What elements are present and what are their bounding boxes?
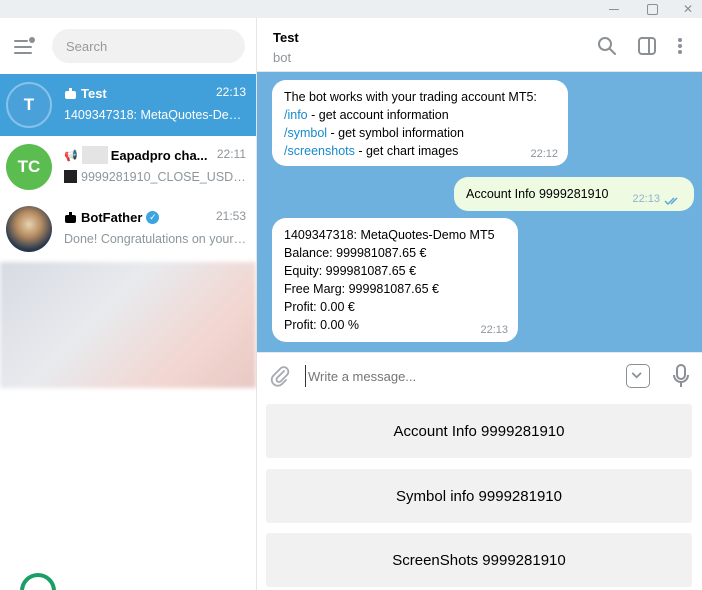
search-icon[interactable] xyxy=(596,35,618,57)
chat-title: 📢 Eapadpro cha... xyxy=(64,146,214,164)
chat-preview-text: 9999281910_CLOSE_USDCHF xyxy=(81,170,248,184)
blurred-area xyxy=(0,262,256,388)
chat-preview: 1409347318: MetaQuotes-Demo MT5 xyxy=(64,108,248,122)
channel-icon: 📢 xyxy=(64,149,78,162)
chat-title-text: Test xyxy=(81,85,107,101)
title-bar: ✕ xyxy=(0,0,702,18)
chat-preview: 9999281910_CLOSE_USDCHF xyxy=(64,170,248,188)
thumbnail-icon xyxy=(64,170,77,183)
message-input[interactable] xyxy=(305,365,605,387)
chat-title: Test xyxy=(64,84,204,102)
avatar: TC xyxy=(6,144,52,190)
more-icon[interactable] xyxy=(675,35,685,57)
avatar: T xyxy=(6,82,52,128)
message-command-line: /info - get account information xyxy=(284,106,556,124)
telegram-window: ✕ Search T Test 22:13 1409347318: MetaQu… xyxy=(0,0,702,590)
message-command-line: /screenshots - get chart images xyxy=(284,142,556,160)
chat-title-text: Eapadpro cha... xyxy=(110,147,208,163)
message-time: 22:12 xyxy=(530,148,558,160)
app-logo-icon xyxy=(20,573,56,590)
verified-icon: ✓ xyxy=(146,210,160,224)
message-text: 1409347318: MetaQuotes-Demo MT5 xyxy=(284,228,495,242)
close-icon[interactable]: ✕ xyxy=(670,0,702,18)
microphone-icon[interactable] xyxy=(671,363,691,389)
message-time: 22:13 xyxy=(480,324,508,336)
chat-time: 22:11 xyxy=(216,147,246,161)
message-text: The bot works with your trading account … xyxy=(284,90,537,104)
bot-icon xyxy=(64,87,77,99)
command-link-info[interactable]: /info xyxy=(284,108,308,122)
redacted-block xyxy=(81,146,108,164)
menu-icon[interactable] xyxy=(12,36,36,58)
chat-header-title: Test xyxy=(273,30,299,45)
chat-time: 22:13 xyxy=(215,85,246,99)
chat-header-subtitle: bot xyxy=(273,50,292,65)
command-link-symbol[interactable]: /symbol xyxy=(284,126,327,140)
keyboard-button-symbol-info[interactable]: Symbol info 9999281910 xyxy=(266,469,692,523)
chat-item-test[interactable]: T Test 22:13 1409347318: MetaQuotes-Demo… xyxy=(0,74,256,136)
message-text: Balance: 999981087.65 € xyxy=(284,246,427,260)
message-list: The bot works with your trading account … xyxy=(257,72,702,352)
message-command-line: /symbol - get symbol information xyxy=(284,124,556,142)
search-input[interactable]: Search xyxy=(52,29,245,63)
command-desc: - get account information xyxy=(307,108,449,122)
keyboard-button-account-info[interactable]: Account Info 9999281910 xyxy=(266,404,692,458)
chevron-down-icon xyxy=(631,372,642,379)
sidebar: Search T Test 22:13 1409347318: MetaQuot… xyxy=(0,18,257,590)
message-text: Free Marg: 999981087.65 € xyxy=(284,282,439,296)
message-text: Profit: 0.00 % xyxy=(284,318,360,332)
keyboard-button-screenshots[interactable]: ScreenShots 9999281910 xyxy=(266,533,692,587)
sidebar-toggle-icon[interactable] xyxy=(636,35,658,57)
command-desc: - get chart images xyxy=(354,144,459,158)
bot-icon xyxy=(64,211,77,223)
chat-item-eapadpro[interactable]: TC 📢 Eapadpro cha... 22:11 9999281910_CL… xyxy=(0,136,256,198)
bot-keyboard-toggle-icon[interactable] xyxy=(626,364,650,388)
message-bubble-incoming: 1409347318: MetaQuotes-Demo MT5 Balance:… xyxy=(272,218,518,342)
message-text: Equity: 999981087.65 € xyxy=(284,264,417,278)
message-bubble-outgoing: Account Info 9999281910 22:13 xyxy=(454,177,694,211)
chat-item-botfather[interactable]: BotFather ✓ 21:53 Done! Congratulations … xyxy=(0,198,256,260)
avatar xyxy=(6,206,52,252)
read-check-icon xyxy=(664,197,678,206)
minimize-icon[interactable] xyxy=(596,0,632,18)
attach-icon[interactable] xyxy=(269,365,291,387)
bot-keyboard: Account Info 9999281910 Symbol info 9999… xyxy=(257,398,702,590)
search-placeholder: Search xyxy=(66,38,108,54)
chat-title: BotFather ✓ xyxy=(64,208,204,226)
command-link-screenshots[interactable]: /screenshots xyxy=(284,144,355,158)
command-desc: - get symbol information xyxy=(327,126,464,140)
chat-title-text: BotFather xyxy=(81,209,143,225)
maximize-icon[interactable] xyxy=(634,0,670,18)
chat-header: Test bot xyxy=(257,18,702,72)
message-bubble-incoming: The bot works with your trading account … xyxy=(272,80,568,166)
chat-panel: Test bot The bot works with your trading… xyxy=(257,18,702,590)
chat-preview: Done! Congratulations on your new bot xyxy=(64,232,248,246)
message-time: 22:13 xyxy=(632,193,660,205)
message-text: Profit: 0.00 € xyxy=(284,300,355,314)
message-composer xyxy=(257,352,702,398)
chat-time: 21:53 xyxy=(215,209,246,223)
